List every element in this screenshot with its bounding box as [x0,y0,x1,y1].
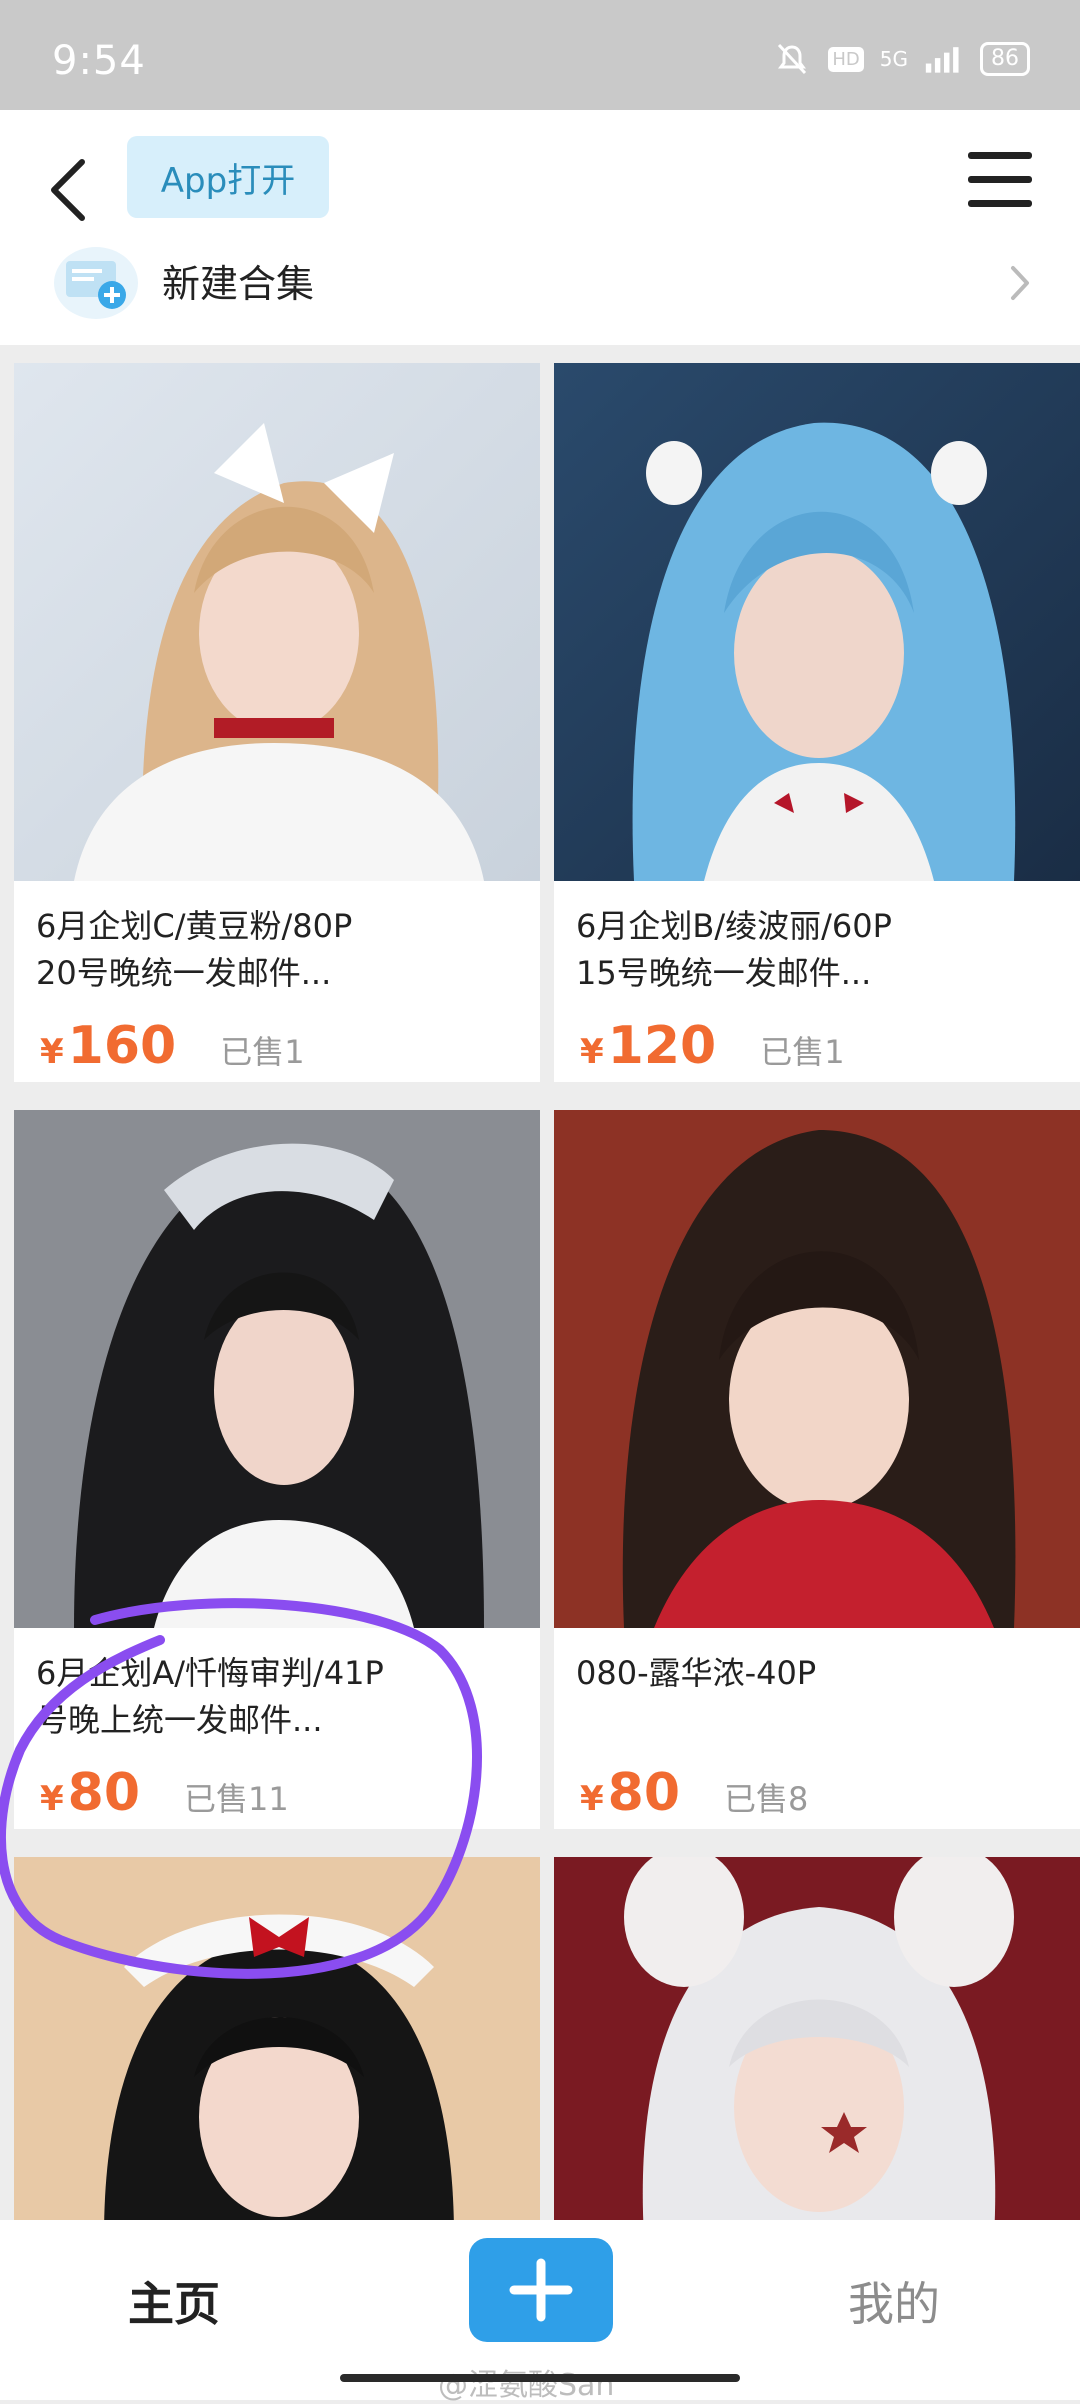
hamburger-menu-icon[interactable] [968,152,1032,208]
currency-symbol: ¥ [580,1032,604,1072]
product-title: 080-露华浓-40P [554,1628,1080,1747]
currency-symbol: ¥ [580,1779,604,1819]
chevron-right-icon [1005,258,1035,308]
product-image [14,363,540,881]
network-label: 5G [879,47,908,71]
product-title-line1: 080-露华浓-40P [576,1654,817,1692]
product-title: 6月企划C/黄豆粉/80P 20号晚统一发邮件... [14,881,540,1000]
product-title: 6月企划B/绫波丽/60P 15号晚统一发邮件... [554,881,1080,1000]
product-price: 160 [67,1016,177,1076]
product-title: 6月企划A/忏悔审判/41P 号晚上统一发邮件... [14,1628,540,1747]
product-price: 80 [607,1763,681,1823]
product-card[interactable]: 6月企划A/忏悔审判/41P 号晚上统一发邮件... ¥ 80 已售11 [14,1110,540,1829]
price-row: ¥ 120 已售1 [554,1000,1080,1082]
product-title-line1: 6月企划B/绫波丽/60P [576,907,892,945]
new-collection-row[interactable]: 新建合集 [0,238,1080,333]
signal-icon [924,43,964,75]
collection-icon [50,243,142,319]
open-in-app-button[interactable]: App打开 [127,136,329,218]
product-title-line2: 15号晚统一发邮件... [576,954,872,992]
product-card[interactable]: 6月企划B/绫波丽/60P 15号晚统一发邮件... ¥ 120 已售1 [554,363,1080,1082]
tab-mine[interactable]: 我的 [848,2268,940,2334]
price-row: ¥ 160 已售1 [14,1000,540,1082]
hd-badge: HD [828,46,864,72]
sold-count: 已售1 [760,1033,845,1071]
sold-count: 已售1 [220,1033,305,1071]
status-icons: HD 5G 86 [772,42,1030,76]
status-time: 9:54 [52,38,146,84]
header: App打开 新建合集 [0,110,1080,345]
tab-home[interactable]: 主页 [128,2268,220,2334]
product-image [14,1110,540,1628]
product-title-line2: 号晚上统一发邮件... [36,1701,323,1739]
product-image [554,363,1080,881]
sold-count: 已售8 [724,1780,809,1818]
battery-icon: 86 [980,42,1030,76]
price-row: ¥ 80 已售8 [554,1747,1080,1829]
new-collection-label: 新建合集 [162,262,315,306]
product-title-line1: 6月企划C/黄豆粉/80P [36,907,353,945]
product-image [554,1110,1080,1628]
plus-icon [509,2258,573,2322]
watermark: @涩氨酸San [438,2368,615,2403]
product-card[interactable]: 6月企划C/黄豆粉/80P 20号晚统一发邮件... ¥ 160 已售1 [14,363,540,1082]
bottom-nav: 主页 我的 @涩氨酸San [0,2220,1080,2403]
currency-symbol: ¥ [40,1779,64,1819]
sold-count: 已售11 [184,1780,289,1818]
product-price: 120 [607,1016,717,1076]
home-indicator [340,2374,740,2382]
product-title-line1: 6月企划A/忏悔审判/41P [36,1654,384,1692]
status-bar: 9:54 HD 5G 86 [0,0,1080,110]
product-card[interactable]: 080-露华浓-40P ¥ 80 已售8 [554,1110,1080,1829]
product-price: 80 [67,1763,141,1823]
product-card[interactable] [554,1857,1080,2237]
product-title-line2: 20号晚统一发邮件... [36,954,332,992]
mute-bell-icon [772,43,812,75]
product-image [14,1857,540,2237]
product-image [554,1857,1080,2237]
add-button[interactable] [469,2238,613,2342]
currency-symbol: ¥ [40,1032,64,1072]
product-card[interactable] [14,1857,540,2237]
back-arrow-icon[interactable] [40,150,100,230]
price-row: ¥ 80 已售11 [14,1747,540,1829]
